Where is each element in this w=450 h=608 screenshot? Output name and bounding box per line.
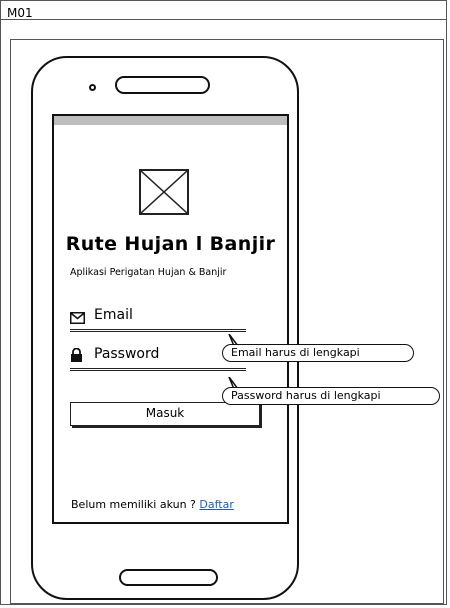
register-link[interactable]: Daftar (199, 498, 233, 511)
password-underline (70, 368, 246, 371)
register-prompt-text: Belum memiliki akun ? (71, 498, 196, 511)
register-prompt: Belum memiliki akun ? Daftar (71, 498, 234, 511)
app-title: Rute Hujan l Banjir (65, 233, 276, 255)
home-button[interactable] (119, 569, 218, 586)
email-underline (70, 329, 246, 332)
password-required-text: Password harus di lengkapi (231, 389, 381, 402)
app-subtitle: Aplikasi Perigatan Hujan & Banjir (70, 267, 227, 278)
email-required-callout: Email harus di lengkapi (222, 344, 414, 362)
image-placeholder-icon (139, 169, 189, 215)
frame-title: M01 (7, 6, 33, 20)
camera-icon (89, 84, 96, 91)
status-bar (54, 116, 287, 125)
password-required-callout: Password harus di lengkapi (222, 387, 440, 405)
frame-divider (1, 19, 446, 20)
login-button[interactable]: Masuk (70, 402, 260, 426)
email-label: Email (94, 307, 133, 323)
email-field[interactable]: Email (70, 305, 245, 329)
phone-screen: Rute Hujan l Banjir Aplikasi Perigatan H… (52, 114, 289, 524)
envelope-icon (70, 309, 85, 328)
password-label: Password (94, 346, 160, 362)
password-field[interactable]: Password (70, 344, 245, 368)
email-required-text: Email harus di lengkapi (231, 346, 360, 359)
lock-icon (70, 347, 83, 366)
speaker-slot (115, 76, 210, 94)
